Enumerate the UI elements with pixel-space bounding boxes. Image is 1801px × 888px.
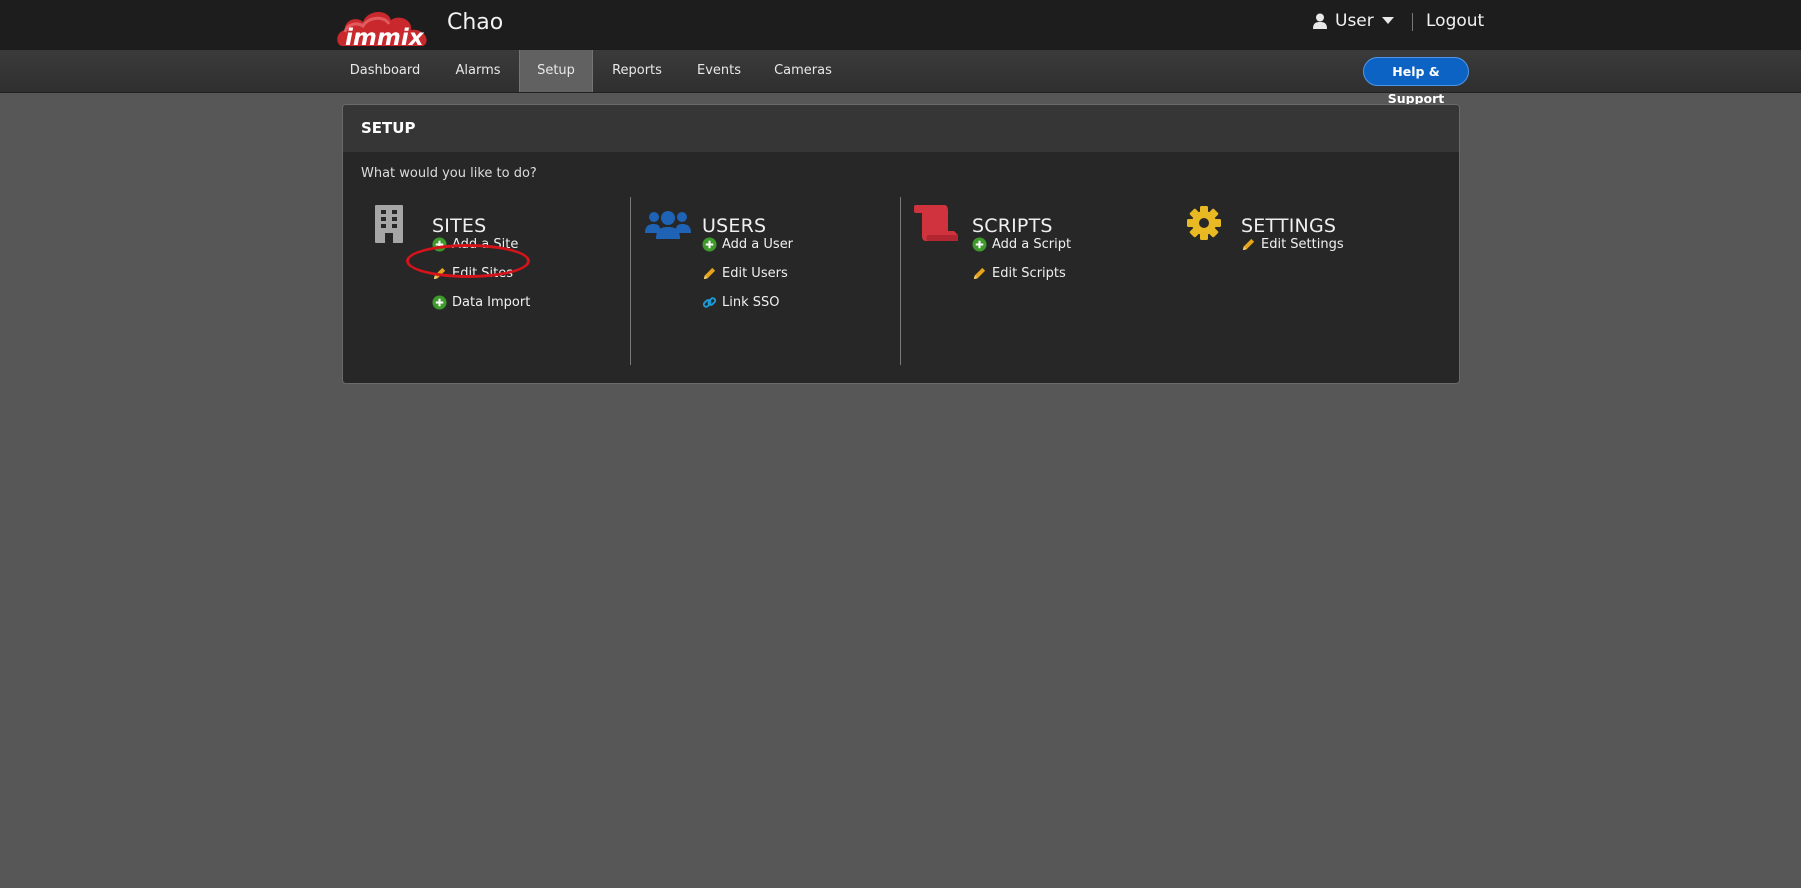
pencil-icon — [703, 267, 716, 280]
action-label: Edit Users — [722, 266, 788, 281]
user-label: User — [1335, 11, 1374, 31]
user-menu[interactable]: User — [1313, 11, 1394, 31]
add-script-link[interactable]: Add a Script — [972, 237, 1071, 252]
header-separator — [1412, 13, 1413, 31]
panel-title: SETUP — [343, 105, 1459, 152]
edit-scripts-link[interactable]: Edit Scripts — [972, 266, 1066, 281]
tab-setup[interactable]: Setup — [519, 50, 593, 92]
edit-settings-link[interactable]: Edit Settings — [1241, 237, 1344, 252]
edit-sites-link[interactable]: Edit Sites — [432, 266, 513, 281]
add-site-link[interactable]: Add a Site — [432, 237, 518, 252]
plus-circle-icon — [432, 237, 447, 252]
section-title-users: USERS — [702, 215, 767, 237]
site-name: Chao — [447, 10, 504, 35]
section-title-settings: SETTINGS — [1241, 215, 1337, 237]
tab-dashboard[interactable]: Dashboard — [343, 50, 427, 92]
help-support-button[interactable]: Help & Support — [1363, 57, 1469, 106]
data-import-link[interactable]: Data Import — [432, 295, 530, 310]
add-user-link[interactable]: Add a User — [702, 237, 793, 252]
pencil-icon — [973, 267, 986, 280]
section-title-scripts: SCRIPTS — [972, 215, 1053, 237]
action-label: Data Import — [452, 295, 531, 310]
link-sso-link[interactable]: Link SSO — [702, 295, 780, 310]
section-title-sites: SITES — [432, 215, 487, 237]
tab-alarms[interactable]: Alarms — [444, 50, 512, 92]
svg-text:immix: immix — [345, 25, 425, 50]
caret-down-icon — [1381, 17, 1394, 24]
action-label: Add a Script — [992, 237, 1072, 252]
action-label: Edit Scripts — [992, 266, 1066, 281]
scroll-icon — [914, 205, 962, 245]
action-label: Add a User — [722, 237, 794, 252]
setup-panel: SETUP What would you like to do? SITES A… — [342, 104, 1460, 384]
plus-circle-icon — [432, 295, 447, 310]
tab-cameras[interactable]: Cameras — [770, 50, 836, 92]
users-icon — [645, 205, 693, 245]
logout-link[interactable]: Logout — [1426, 11, 1484, 31]
pencil-icon — [1242, 238, 1255, 251]
tab-events[interactable]: Events — [690, 50, 748, 92]
tab-reports[interactable]: Reports — [604, 50, 670, 92]
action-label: Add a Site — [452, 237, 519, 252]
building-icon — [373, 205, 421, 245]
section-divider — [900, 197, 901, 365]
edit-users-link[interactable]: Edit Users — [702, 266, 788, 281]
section-divider — [630, 197, 631, 365]
pencil-icon — [433, 267, 446, 280]
link-icon — [702, 297, 717, 308]
action-label: Link SSO — [722, 295, 780, 310]
action-label: Edit Sites — [452, 266, 514, 281]
main-nav: Dashboard Alarms Setup Reports Events Ca… — [0, 50, 1801, 106]
immix-logo[interactable]: immix — [335, 2, 437, 50]
gear-icon — [1186, 205, 1234, 245]
plus-circle-icon — [972, 237, 987, 252]
setup-prompt: What would you like to do? — [361, 166, 537, 181]
action-label: Edit Settings — [1261, 237, 1344, 252]
top-bar: immix Chao User Logout — [0, 0, 1801, 50]
plus-circle-icon — [702, 237, 717, 252]
user-icon — [1313, 13, 1327, 29]
